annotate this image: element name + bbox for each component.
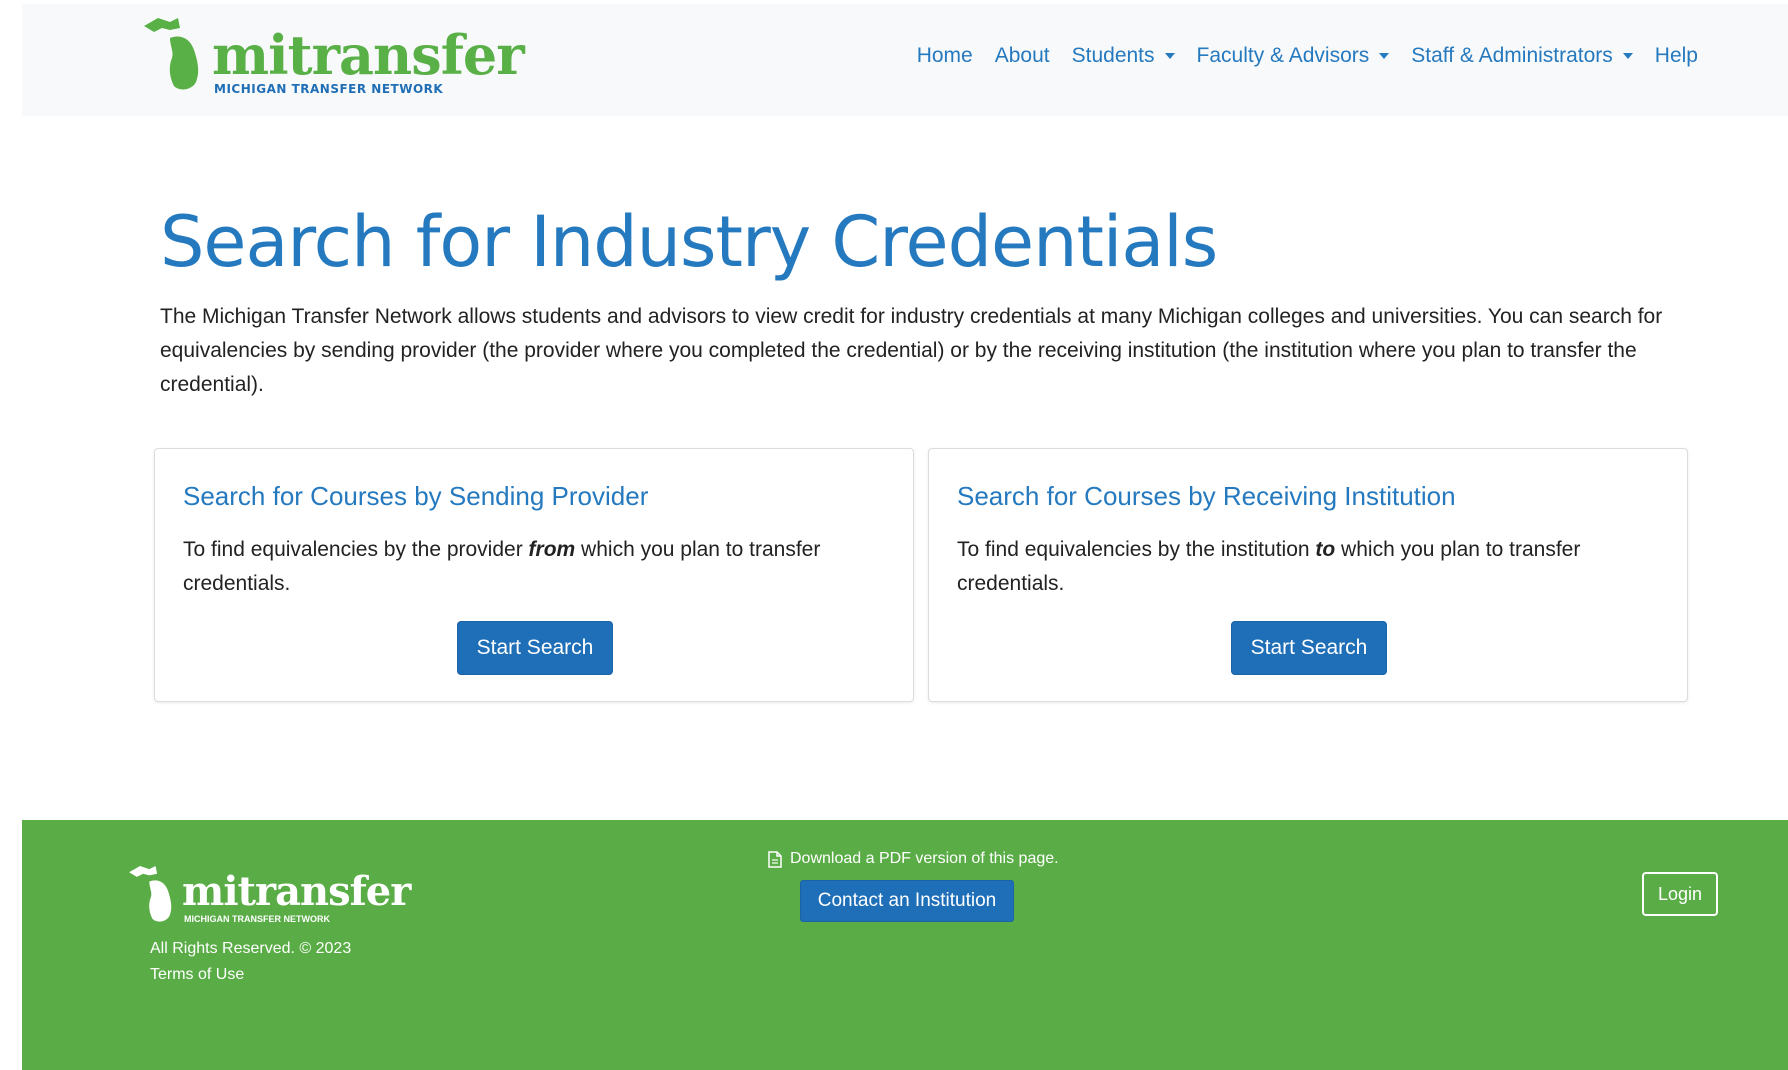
sending-provider-card: Search for Courses by Sending Provider T… [154,448,914,702]
nav-home[interactable]: Home [917,44,973,68]
brand-logo-text: mitransfer [212,23,525,87]
nav-help[interactable]: Help [1655,44,1698,68]
brand-logo-subtitle: MICHIGAN TRANSFER NETWORK [214,82,444,96]
card-description: To find equivalencies by the provider fr… [183,538,821,595]
file-icon [768,850,782,868]
nav-about[interactable]: About [995,44,1050,68]
nav-staff-administrators-dropdown[interactable]: Staff & Administrators [1411,44,1633,68]
nav-faculty-advisors-dropdown[interactable]: Faculty & Advisors [1197,44,1390,68]
start-search-receiving-button[interactable]: Start Search [1231,621,1387,675]
receiving-institution-card: Search for Courses by Receiving Institut… [928,448,1688,702]
card-title: Search for Courses by Sending Provider [183,481,649,511]
footer-logo-text: mitransfer [182,868,411,915]
main-nav: Home About Students Faculty & Advisors S… [917,44,1698,68]
login-button[interactable]: Login [1642,872,1718,916]
brand-logo[interactable]: mitransfer MICHIGAN TRANSFER NETWORK [140,16,525,102]
footer-logo[interactable]: mitransfer MICHIGAN TRANSFER NETWORK [126,864,426,934]
page: mitransfer MICHIGAN TRANSFER NETWORK Hom… [22,4,1788,1070]
navbar: mitransfer MICHIGAN TRANSFER NETWORK Hom… [22,4,1788,116]
caret-down-icon [1622,53,1633,59]
page-title: Search for Industry Credentials [160,201,1218,283]
nav-students-dropdown[interactable]: Students [1072,44,1175,68]
caret-down-icon [1379,53,1390,59]
start-search-sending-button[interactable]: Start Search [457,621,613,675]
terms-of-use-link[interactable]: Terms of Use [150,966,244,984]
download-pdf-label: Download a PDF version of this page. [790,850,1059,867]
download-pdf-link[interactable]: Download a PDF version of this page. [768,850,1059,868]
footer-logo-subtitle: MICHIGAN TRANSFER NETWORK [184,914,330,924]
card-description: To find equivalencies by the institution… [957,538,1581,595]
footer: mitransfer MICHIGAN TRANSFER NETWORK All… [22,820,1788,1070]
caret-down-icon [1164,53,1175,59]
copyright-text: All Rights Reserved. © 2023 [150,940,352,957]
michigan-map-icon [144,18,199,90]
emphasis-text: to [1315,538,1336,561]
contact-institution-button[interactable]: Contact an Institution [800,880,1014,922]
michigan-map-icon [129,866,172,922]
card-title: Search for Courses by Receiving Institut… [957,481,1456,511]
intro-paragraph: The Michigan Transfer Network allows stu… [160,305,1663,396]
emphasis-text: from [528,538,576,561]
